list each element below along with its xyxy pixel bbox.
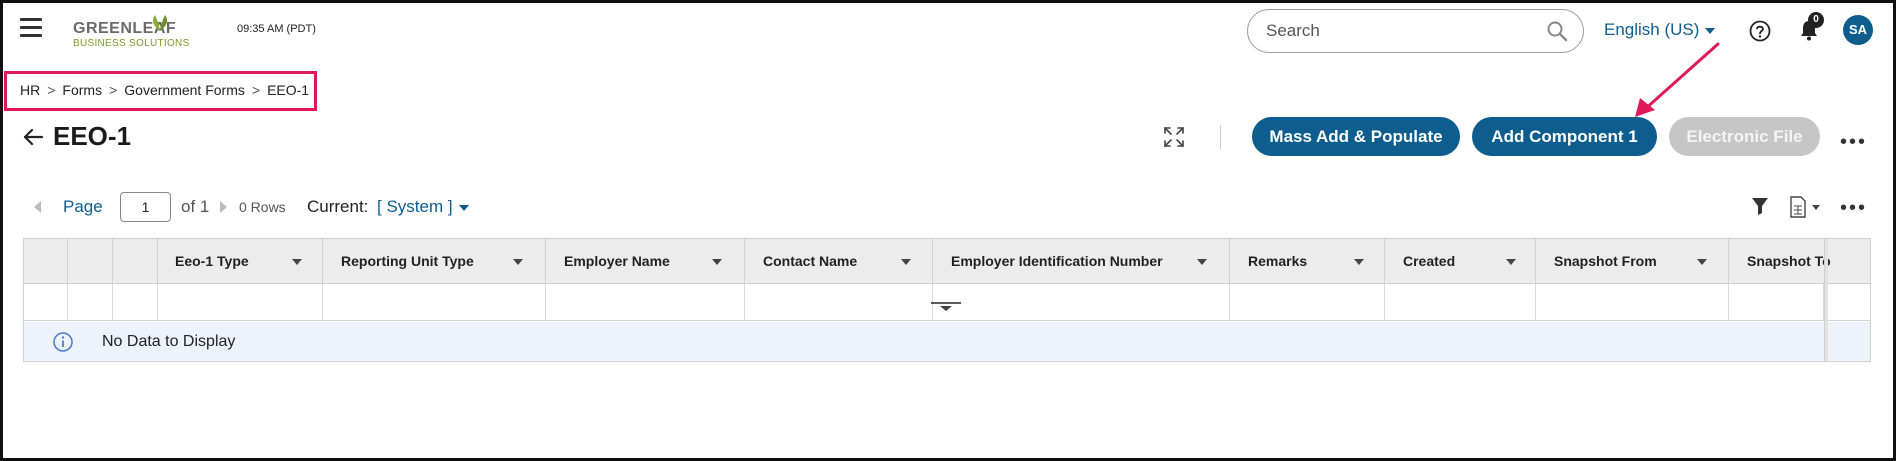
expand-fullscreen-icon[interactable]: [1162, 125, 1186, 149]
chevron-down-icon[interactable]: [901, 259, 911, 265]
current-time: 09:35 AM (PDT): [237, 23, 316, 35]
previous-page-icon[interactable]: [34, 201, 41, 213]
breadcrumb-item-eeo1: EEO-1: [267, 82, 310, 98]
search-icon[interactable]: [1546, 20, 1568, 42]
chevron-down-icon[interactable]: [712, 259, 722, 265]
chevron-down-icon: [1705, 27, 1716, 34]
export-spreadsheet-icon[interactable]: [1788, 196, 1822, 218]
grid-vertical-scrollbar[interactable]: [1824, 239, 1828, 361]
filter-cell[interactable]: [546, 284, 745, 321]
window-frame: [0, 0, 1896, 461]
column-label: Snapshot To: [1747, 253, 1831, 269]
company-logo[interactable]: GREENLEAF BUSINESS SOLUTIONS: [73, 14, 223, 52]
column-label: Created: [1403, 253, 1456, 269]
filter-cell[interactable]: [1536, 284, 1729, 321]
column-header-created[interactable]: Created: [1385, 239, 1536, 284]
chevron-down-icon[interactable]: [1697, 259, 1707, 265]
grid-col-spacer: [68, 239, 113, 284]
column-label: Employer Identification Number: [951, 253, 1163, 269]
column-header-remarks[interactable]: Remarks: [1230, 239, 1385, 284]
search-input[interactable]: [1247, 9, 1584, 53]
current-view-value: [ System ]: [377, 197, 453, 216]
chevron-down-icon: [458, 204, 469, 211]
add-component-button[interactable]: Add Component 1: [1472, 117, 1657, 156]
language-selector[interactable]: English (US): [1604, 20, 1716, 40]
breadcrumb-item-government-forms[interactable]: Government Forms: [124, 82, 245, 98]
chevron-down-icon[interactable]: [513, 259, 523, 265]
user-avatar[interactable]: SA: [1843, 15, 1873, 45]
column-label: Eeo-1 Type: [175, 253, 249, 269]
empty-state-message: No Data to Display: [102, 333, 236, 350]
filter-cell[interactable]: [1230, 284, 1385, 321]
breadcrumb-item-hr[interactable]: HR: [20, 82, 40, 98]
column-header-snapshot-to[interactable]: Snapshot To: [1729, 239, 1831, 284]
column-label: Reporting Unit Type: [341, 253, 474, 269]
grid-header-row: Eeo-1 Type Reporting Unit Type Employer …: [24, 239, 1870, 284]
column-resize-handle-icon[interactable]: [929, 302, 963, 312]
column-header-employer-identification-number[interactable]: Employer Identification Number: [933, 239, 1230, 284]
page-title: EEO-1: [53, 121, 132, 151]
electronic-file-button[interactable]: Electronic File: [1669, 117, 1820, 156]
mass-add-populate-button[interactable]: Mass Add & Populate: [1252, 117, 1460, 156]
filter-cell: [113, 284, 158, 321]
current-view-label: Current:: [307, 197, 369, 216]
data-grid: Eeo-1 Type Reporting Unit Type Employer …: [23, 238, 1871, 362]
filter-cell: [68, 284, 113, 321]
page-label: Page: [63, 197, 103, 216]
annotation-arrow: [1635, 42, 1720, 117]
current-view-selector[interactable]: [ System ]: [377, 197, 469, 217]
filter-cell[interactable]: [1385, 284, 1536, 321]
column-header-snapshot-from[interactable]: Snapshot From: [1536, 239, 1729, 284]
no-data-row: No Data to Display: [24, 322, 1870, 361]
column-header-employer-name[interactable]: Employer Name: [546, 239, 745, 284]
breadcrumb-separator: >: [47, 82, 56, 98]
column-header-reporting-unit-type[interactable]: Reporting Unit Type: [323, 239, 546, 284]
filter-icon[interactable]: [1751, 196, 1769, 216]
more-actions-icon[interactable]: •••: [1840, 131, 1867, 154]
page-total: of 1: [181, 197, 210, 216]
column-label: Remarks: [1248, 253, 1308, 269]
column-header-contact-name[interactable]: Contact Name: [745, 239, 933, 284]
hamburger-menu-icon[interactable]: [20, 18, 42, 38]
filter-cell[interactable]: [158, 284, 323, 321]
filter-cell: [24, 284, 68, 321]
leaf-logo-icon: [152, 15, 168, 31]
app-header: GREENLEAF BUSINESS SOLUTIONS 09:35 AM (P…: [0, 0, 1896, 117]
row-count: 0 Rows: [239, 199, 286, 215]
column-header-eeo1-type[interactable]: Eeo-1 Type: [158, 239, 323, 284]
breadcrumb: HR > Forms > Government Forms > EEO-1: [20, 82, 309, 98]
chevron-down-icon[interactable]: [292, 259, 302, 265]
page-number-input[interactable]: [120, 192, 171, 222]
notification-badge: 0: [1808, 12, 1824, 28]
column-label: Employer Name: [564, 253, 670, 269]
language-label: English (US): [1604, 20, 1700, 39]
filter-cell[interactable]: [933, 284, 1230, 321]
info-icon: [53, 332, 73, 352]
grid-col-spacer: [113, 239, 158, 284]
grid-more-options-icon[interactable]: •••: [1840, 197, 1867, 220]
chevron-down-icon[interactable]: [1506, 259, 1516, 265]
column-label: Snapshot From: [1554, 253, 1657, 269]
breadcrumb-separator: >: [251, 82, 261, 98]
toolbar-divider: [1220, 125, 1221, 149]
logo-tagline: BUSINESS SOLUTIONS: [73, 38, 190, 49]
chevron-down-icon[interactable]: [1354, 259, 1364, 265]
filter-cell[interactable]: [745, 284, 933, 321]
breadcrumb-separator: >: [109, 82, 118, 98]
grid-col-spacer: [24, 239, 68, 284]
filter-cell[interactable]: [323, 284, 546, 321]
help-icon[interactable]: [1749, 20, 1771, 42]
chevron-down-icon[interactable]: [1197, 259, 1207, 265]
back-arrow-icon[interactable]: [22, 126, 44, 148]
filter-cell[interactable]: [1729, 284, 1824, 321]
breadcrumb-item-forms[interactable]: Forms: [62, 82, 102, 98]
column-label: Contact Name: [763, 253, 858, 269]
next-page-icon[interactable]: [220, 201, 227, 213]
